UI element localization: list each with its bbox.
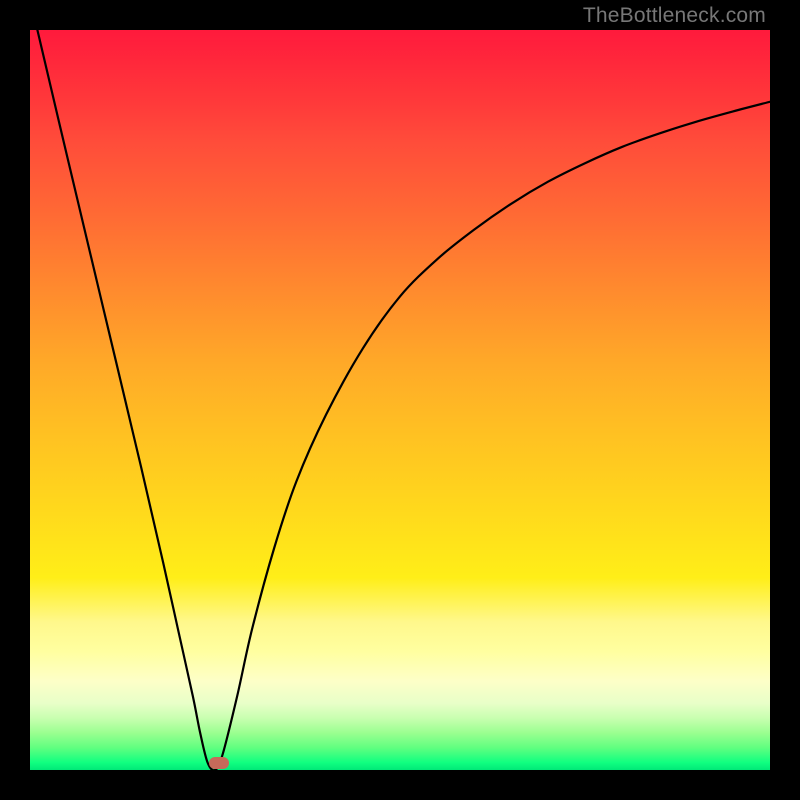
watermark-text: TheBottleneck.com bbox=[583, 4, 766, 28]
bottleneck-curve bbox=[37, 30, 770, 770]
curve-svg bbox=[30, 30, 770, 770]
optimal-marker bbox=[209, 757, 229, 769]
chart-plot-area bbox=[30, 30, 770, 770]
